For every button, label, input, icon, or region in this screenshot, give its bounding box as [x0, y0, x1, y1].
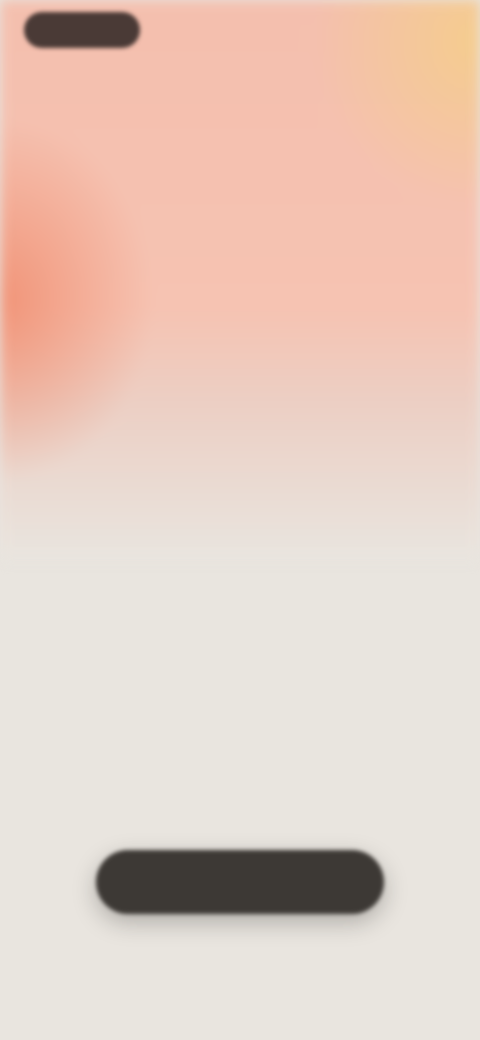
logo[interactable] [24, 12, 140, 48]
primary-action-button[interactable] [96, 850, 384, 914]
hero-gradient-background [0, 0, 480, 560]
top-bar [0, 0, 480, 64]
